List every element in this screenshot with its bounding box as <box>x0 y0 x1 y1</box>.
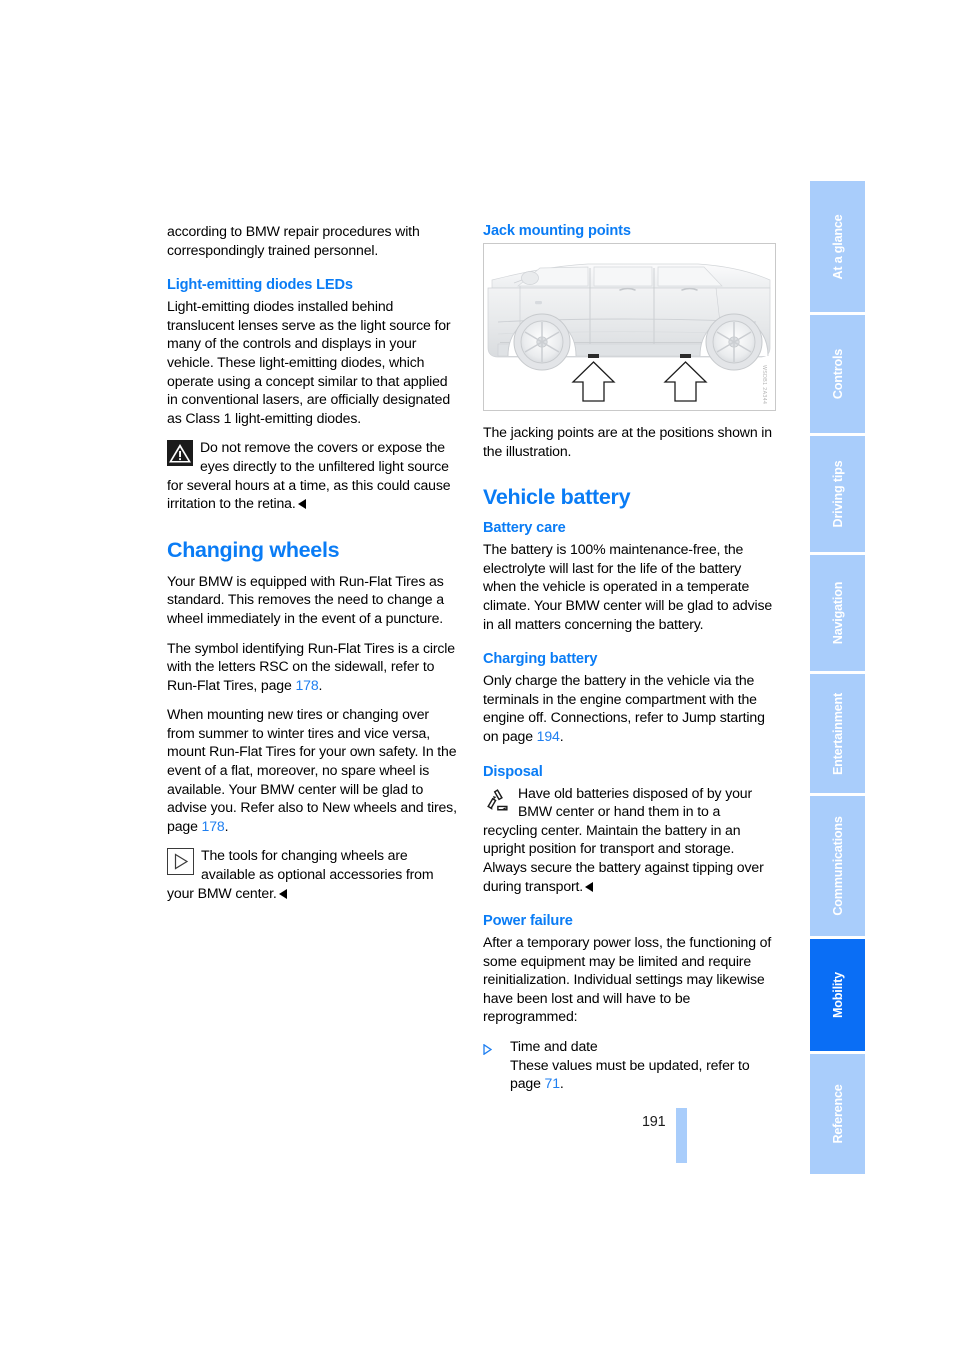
note-end-marker-2 <box>278 888 287 899</box>
disposal-note-block: Have old batteries disposed of by your B… <box>483 784 776 896</box>
tab-controls[interactable]: Controls <box>810 315 865 436</box>
page-reference-178-b[interactable]: 178 <box>202 818 225 834</box>
tab-communications[interactable]: Communications <box>810 796 865 939</box>
warning-triangle-icon <box>167 440 193 467</box>
tools-note-block: The tools for changing wheels are availa… <box>167 846 460 902</box>
left-column: according to BMW repair procedures with … <box>167 222 460 913</box>
paragraph-3-tail: . <box>224 817 229 834</box>
manual-page: according to BMW repair procedures with … <box>0 0 954 1351</box>
heading-jack-mounting-points: Jack mounting points <box>483 223 631 239</box>
tab-label: At a glance <box>830 214 845 279</box>
heading-vehicle-battery: Vehicle battery <box>483 485 631 510</box>
tab-driving-tips[interactable]: Driving tips <box>810 436 865 555</box>
list-item-detail: These values must be updated, refer to p… <box>510 1056 776 1093</box>
heading-battery-care: Battery care <box>483 520 566 537</box>
tab-entertainment[interactable]: Entertainment <box>810 674 865 796</box>
tab-navigation[interactable]: Navigation <box>810 555 865 674</box>
heading-charging-battery: Charging battery <box>483 651 598 668</box>
paragraph-2-tail: . <box>318 676 323 693</box>
charging-battery-paragraph: Only charge the battery in the vehicle v… <box>483 671 776 745</box>
right-column: Jack mounting points WSDB1 2A344 The jac… <box>483 222 776 1104</box>
jack-points-caption: The jacking points are at the positions … <box>483 424 772 459</box>
list-item-title: Time and date <box>510 1038 598 1055</box>
heading-light-emitting-diodes: Light-emitting diodes LEDs <box>167 277 353 294</box>
triangle-bullet-icon <box>483 1041 493 1056</box>
page-number-bar <box>676 1108 687 1163</box>
intro-paragraph: according to BMW repair procedures with … <box>167 223 420 258</box>
warning-note-text: Do not remove the covers or expose the e… <box>167 439 451 512</box>
charging-battery-text: Only charge the battery in the vehicle v… <box>483 672 765 744</box>
figure-code: WSDB1 2A344 <box>761 364 767 404</box>
changing-wheels-paragraph-2: The symbol identifying Run-Flat Tires is… <box>167 639 460 695</box>
led-paragraph: Light-emitting diodes installed behind t… <box>167 298 451 426</box>
changing-wheels-paragraph-3: When mounting new tires or changing over… <box>167 705 460 835</box>
note-end-marker <box>297 499 306 510</box>
page-footer: 191 <box>600 1108 820 1168</box>
tab-label: Reference <box>830 1084 845 1144</box>
disposal-note-text: Have old batteries disposed of by your B… <box>483 784 764 894</box>
car-side-view-svg <box>484 244 775 410</box>
tab-at-a-glance[interactable]: At a glance <box>810 181 865 315</box>
heading-disposal: Disposal <box>483 763 543 780</box>
list-item: Time and date These values must be updat… <box>483 1037 776 1093</box>
tab-label: Controls <box>830 348 845 400</box>
page-reference-178-a[interactable]: 178 <box>295 677 318 693</box>
tab-label: Communications <box>830 816 845 916</box>
tab-label: Driving tips <box>830 460 845 528</box>
power-failure-paragraph: After a temporary power loss, the functi… <box>483 934 772 1025</box>
changing-wheels-paragraph-1: Your BMW is equipped with Run-Flat Tires… <box>167 572 444 626</box>
jack-points-figure: WSDB1 2A344 <box>483 243 776 411</box>
paragraph-3-text: When mounting new tires or changing over… <box>167 706 457 834</box>
recycle-icon <box>483 787 512 813</box>
charging-battery-tail: . <box>559 727 564 744</box>
play-triangle-icon <box>167 848 194 876</box>
tab-mobility[interactable]: Mobility <box>810 939 865 1054</box>
warning-note-block: Do not remove the covers or expose the e… <box>167 438 460 512</box>
heading-power-failure: Power failure <box>483 913 573 930</box>
page-reference-71[interactable]: 71 <box>545 1075 561 1091</box>
list-item-detail-tail: . <box>559 1075 564 1092</box>
tab-label: Mobility <box>830 972 845 1018</box>
jack-points-illustration: WSDB1 2A344 <box>483 243 776 411</box>
tools-note-text: The tools for changing wheels are availa… <box>167 847 434 901</box>
heading-changing-wheels: Changing wheels <box>167 537 340 562</box>
page-reference-194[interactable]: 194 <box>537 728 560 744</box>
tab-label: Navigation <box>830 581 845 645</box>
note-end-marker-3 <box>585 881 594 892</box>
page-number: 191 <box>642 1114 666 1130</box>
battery-care-paragraph: The battery is 100% maintenance-free, th… <box>483 541 773 632</box>
section-tab-rail: At a glance Controls Driving tips Navigatio… <box>810 181 865 1174</box>
tab-label: Entertainment <box>830 692 845 775</box>
